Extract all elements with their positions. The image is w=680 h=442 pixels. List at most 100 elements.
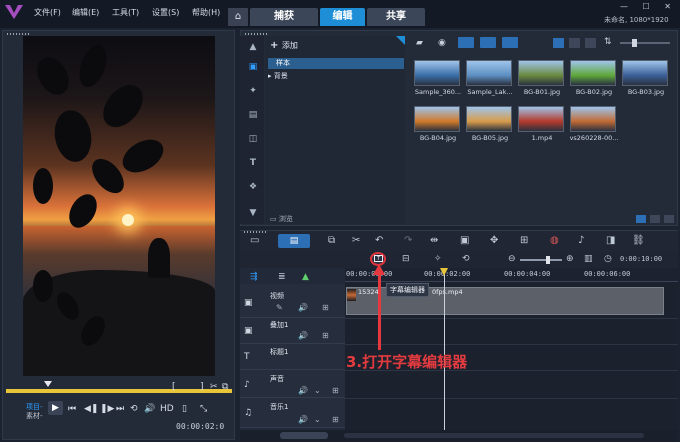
copy-attr-icon[interactable]: ⧉ [328, 235, 335, 246]
folder-sample[interactable]: 样本 [268, 58, 404, 69]
track-manager-icon[interactable]: ⇶ [250, 272, 258, 282]
track-voice[interactable] [240, 370, 345, 398]
chapter-icon[interactable]: ≣ [278, 272, 286, 282]
chain-icon[interactable]: ⛓ [632, 235, 645, 246]
magic-icon[interactable]: ✧ [434, 254, 442, 264]
media-icon[interactable]: ▣ [246, 62, 260, 74]
menu-tools[interactable]: 工具(T) [112, 7, 139, 18]
menu-file[interactable]: 文件(F) [34, 7, 61, 18]
music-volume-icon[interactable]: 🔊 [298, 415, 308, 424]
capture-icon[interactable]: ◉ [438, 38, 446, 48]
preview-scrub-bar[interactable] [6, 389, 232, 393]
graphics-icon[interactable]: ◫ [246, 134, 260, 146]
zoom-in-icon[interactable]: ⊕ [566, 254, 574, 264]
track-grid-icon[interactable]: ⊞ [322, 303, 329, 312]
music-expand-icon[interactable]: ⌄ [314, 415, 321, 424]
prev-frame-icon[interactable]: ◀❚ [84, 404, 98, 414]
thumb-size-slider[interactable] [620, 42, 670, 44]
resize-icon[interactable]: ⤡ [200, 404, 207, 414]
undo-icon[interactable]: ↶ [375, 235, 383, 246]
filter-photo-icon[interactable] [480, 37, 496, 48]
overlay-grid-icon[interactable]: ⊞ [322, 331, 329, 340]
split-icon[interactable]: ✂ [210, 382, 218, 392]
folder-background[interactable]: ▸ 背景 [268, 71, 288, 81]
repeat-icon[interactable]: ⟲ [130, 404, 138, 414]
track-video[interactable] [240, 284, 345, 318]
filter-audio-icon[interactable] [502, 37, 518, 48]
panel-layout3-icon[interactable] [664, 215, 674, 223]
thumb-size-knob[interactable] [632, 39, 637, 47]
voice-volume-icon[interactable]: 🔊 [298, 386, 308, 395]
split-screen-icon[interactable]: ⊞ [520, 235, 528, 246]
clip-mode-label[interactable]: 素材- [26, 411, 43, 421]
overlay-volume-icon[interactable]: 🔊 [298, 331, 308, 340]
tab-edit[interactable]: 编辑 [320, 8, 365, 26]
add-folder-button[interactable]: + 添加 [270, 40, 298, 51]
ripple-icon[interactable]: ▲ [302, 272, 309, 282]
preview-playhead[interactable] [44, 381, 52, 387]
menu-help[interactable]: 帮助(H) [192, 7, 220, 18]
media-item[interactable]: BG-B04.jpg [408, 104, 468, 148]
tools-icon[interactable]: ✂ [352, 235, 360, 246]
hd-button[interactable]: HD [160, 404, 174, 414]
title-icon[interactable]: T [246, 158, 260, 170]
track-overlay[interactable] [240, 318, 345, 344]
menu-edit[interactable]: 编辑(E) [72, 7, 99, 18]
media-item[interactable]: vs260228-00... [564, 104, 624, 148]
tab-capture[interactable]: 捕获 [250, 8, 318, 26]
multicam-icon[interactable]: ⊟ [402, 254, 410, 264]
end-icon[interactable]: ⏭ [116, 404, 124, 414]
filter-icon[interactable]: ▤ [246, 110, 260, 122]
browse-button[interactable]: ▭ 浏览 [270, 214, 293, 224]
media-item[interactable]: 1.mp4 [512, 104, 572, 148]
filter-video-icon[interactable] [458, 37, 474, 48]
transition-icon[interactable]: ✦ [246, 86, 260, 98]
panel-layout2-icon[interactable] [650, 215, 660, 223]
track-music[interactable] [240, 398, 345, 428]
tab-share[interactable]: 共享 [367, 8, 425, 26]
zoom-knob[interactable] [546, 256, 550, 264]
list-view-icon[interactable] [553, 38, 564, 48]
menu-settings[interactable]: 设置(S) [152, 7, 179, 18]
effects-icon[interactable]: ◨ [606, 235, 615, 246]
media-item[interactable]: Sample_Lak... [460, 58, 520, 102]
timeline-view-icon[interactable]: ▤ [278, 234, 310, 248]
rotate-icon[interactable]: ⟲ [462, 254, 470, 264]
media-item[interactable]: BG-B02.jpg [564, 58, 624, 102]
voice-grid-icon[interactable]: ⊞ [332, 386, 339, 395]
import-folder-icon[interactable]: ▰ [416, 38, 423, 48]
music-grid-icon[interactable]: ⊞ [332, 415, 339, 424]
mark-in-button[interactable]: [ [172, 382, 176, 392]
storyboard-view-icon[interactable]: ▭ [250, 235, 259, 246]
thumb-view-icon[interactable] [585, 38, 596, 48]
copy-icon[interactable]: ⧉ [222, 382, 228, 392]
media-item[interactable]: BG-B01.jpg [512, 58, 572, 102]
fit-project-icon[interactable]: ▥ [584, 254, 593, 264]
pan-zoom-icon[interactable]: ▣ [460, 235, 469, 246]
home-tab-icon[interactable]: ⌂ [228, 8, 248, 26]
media-item[interactable]: Sample_360... [408, 58, 468, 102]
record-icon[interactable]: ◍ [550, 235, 559, 246]
audio-mixer-icon[interactable]: ♪ [578, 235, 584, 246]
timeline-playhead[interactable] [444, 268, 445, 430]
redo-icon[interactable]: ↷ [404, 235, 412, 246]
volume-icon[interactable]: 🔊 [144, 404, 155, 414]
zoom-slider[interactable] [520, 259, 562, 261]
panel-layout-icon[interactable] [636, 215, 646, 223]
device-icon[interactable]: ▯ [182, 404, 187, 414]
next-frame-icon[interactable]: ❚▶ [100, 404, 114, 414]
scroll-track[interactable] [344, 433, 644, 438]
voice-expand-icon[interactable]: ⌄ [314, 386, 321, 395]
play-button[interactable]: ▶ [48, 401, 63, 415]
home-icon[interactable]: ⏮ [68, 404, 76, 414]
preview-timecode[interactable]: 00:00:02:0 [176, 422, 224, 431]
motion-track-icon[interactable]: ✥ [490, 235, 498, 246]
media-item[interactable]: BG-B03.jpg [616, 58, 676, 102]
fit-icon[interactable]: ⇹ [430, 235, 438, 246]
mark-out-button[interactable]: ] [200, 382, 204, 392]
edit-track-icon[interactable]: ✎ [276, 303, 283, 312]
motion-icon[interactable]: ❖ [246, 182, 260, 194]
track-volume-icon[interactable]: 🔊 [298, 303, 308, 312]
scroll-up-icon[interactable]: ▲ [246, 42, 260, 54]
detail-view-icon[interactable] [569, 38, 580, 48]
